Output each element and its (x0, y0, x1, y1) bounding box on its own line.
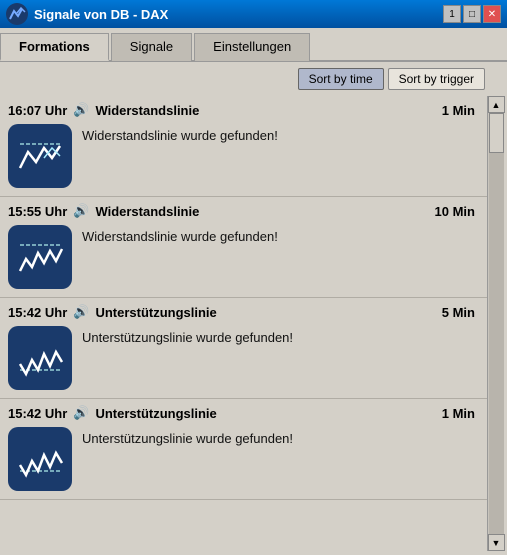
tab-signale[interactable]: Signale (111, 33, 192, 61)
window-title: Signale von DB - DAX (34, 7, 437, 22)
sound-icon: 🔊 (73, 203, 89, 219)
signal-name: Unterstützungslinie (95, 406, 435, 421)
signal-time: 15:55 Uhr (8, 204, 67, 219)
signal-item: 15:55 Uhr 🔊 Widerstandslinie 10 Min Wide… (0, 197, 487, 298)
signal-time: 15:42 Uhr (8, 305, 67, 320)
signal-description: Unterstützungslinie wurde gefunden! (82, 326, 293, 345)
scroll-down-arrow[interactable]: ▼ (488, 534, 505, 551)
signal-name: Unterstützungslinie (95, 305, 435, 320)
sort-bar: Sort by time Sort by trigger (0, 62, 507, 96)
signal-header: 16:07 Uhr 🔊 Widerstandslinie 1 Min (8, 102, 479, 118)
signal-header: 15:42 Uhr 🔊 Unterstützungslinie 1 Min (8, 405, 479, 421)
signal-body: Widerstandslinie wurde gefunden! (8, 225, 479, 289)
signal-description: Unterstützungslinie wurde gefunden! (82, 427, 293, 446)
signal-list: 16:07 Uhr 🔊 Widerstandslinie 1 Min Wider… (0, 96, 487, 551)
signal-body: Unterstützungslinie wurde gefunden! (8, 326, 479, 390)
tab-bar: Formations Signale Einstellungen (0, 28, 507, 62)
sort-by-time-button[interactable]: Sort by time (298, 68, 384, 90)
signal-body: Widerstandslinie wurde gefunden! (8, 124, 479, 188)
widerstand-icon-1 (8, 124, 72, 188)
scroll-thumb[interactable] (489, 113, 504, 153)
signal-name: Widerstandslinie (95, 103, 435, 118)
close-button[interactable]: ✕ (483, 5, 501, 23)
sort-by-trigger-button[interactable]: Sort by trigger (388, 68, 485, 90)
content-wrapper: 16:07 Uhr 🔊 Widerstandslinie 1 Min Wider… (0, 96, 507, 551)
tab-einstellungen[interactable]: Einstellungen (194, 33, 310, 61)
title-bar: Signale von DB - DAX 1 □ ✕ (0, 0, 507, 28)
scroll-track[interactable] (489, 113, 504, 534)
signal-duration: 5 Min (442, 305, 475, 320)
sound-icon: 🔊 (73, 102, 89, 118)
signal-header: 15:55 Uhr 🔊 Widerstandslinie 10 Min (8, 203, 479, 219)
signal-description: Widerstandslinie wurde gefunden! (82, 124, 278, 143)
maximize-button[interactable]: □ (463, 5, 481, 23)
signal-body: Unterstützungslinie wurde gefunden! (8, 427, 479, 491)
unterstutzung-icon-1 (8, 326, 72, 390)
window-controls: 1 □ ✕ (443, 5, 501, 23)
sound-icon: 🔊 (73, 304, 89, 320)
scrollbar[interactable]: ▲ ▼ (487, 96, 504, 551)
signal-description: Widerstandslinie wurde gefunden! (82, 225, 278, 244)
minimize-button[interactable]: 1 (443, 5, 461, 23)
signal-duration: 1 Min (442, 406, 475, 421)
tab-formations[interactable]: Formations (0, 33, 109, 61)
widerstand-icon-2 (8, 225, 72, 289)
signal-duration: 10 Min (435, 204, 475, 219)
sound-icon: 🔊 (73, 405, 89, 421)
signal-item: 15:42 Uhr 🔊 Unterstützungslinie 5 Min Un… (0, 298, 487, 399)
signal-item: 15:42 Uhr 🔊 Unterstützungslinie 1 Min Un… (0, 399, 487, 500)
signal-header: 15:42 Uhr 🔊 Unterstützungslinie 5 Min (8, 304, 479, 320)
signal-item: 16:07 Uhr 🔊 Widerstandslinie 1 Min Wider… (0, 96, 487, 197)
scroll-up-arrow[interactable]: ▲ (488, 96, 505, 113)
app-logo (6, 3, 28, 25)
signal-time: 16:07 Uhr (8, 103, 67, 118)
signal-time: 15:42 Uhr (8, 406, 67, 421)
signal-name: Widerstandslinie (95, 204, 428, 219)
unterstutzung-icon-2 (8, 427, 72, 491)
signal-duration: 1 Min (442, 103, 475, 118)
